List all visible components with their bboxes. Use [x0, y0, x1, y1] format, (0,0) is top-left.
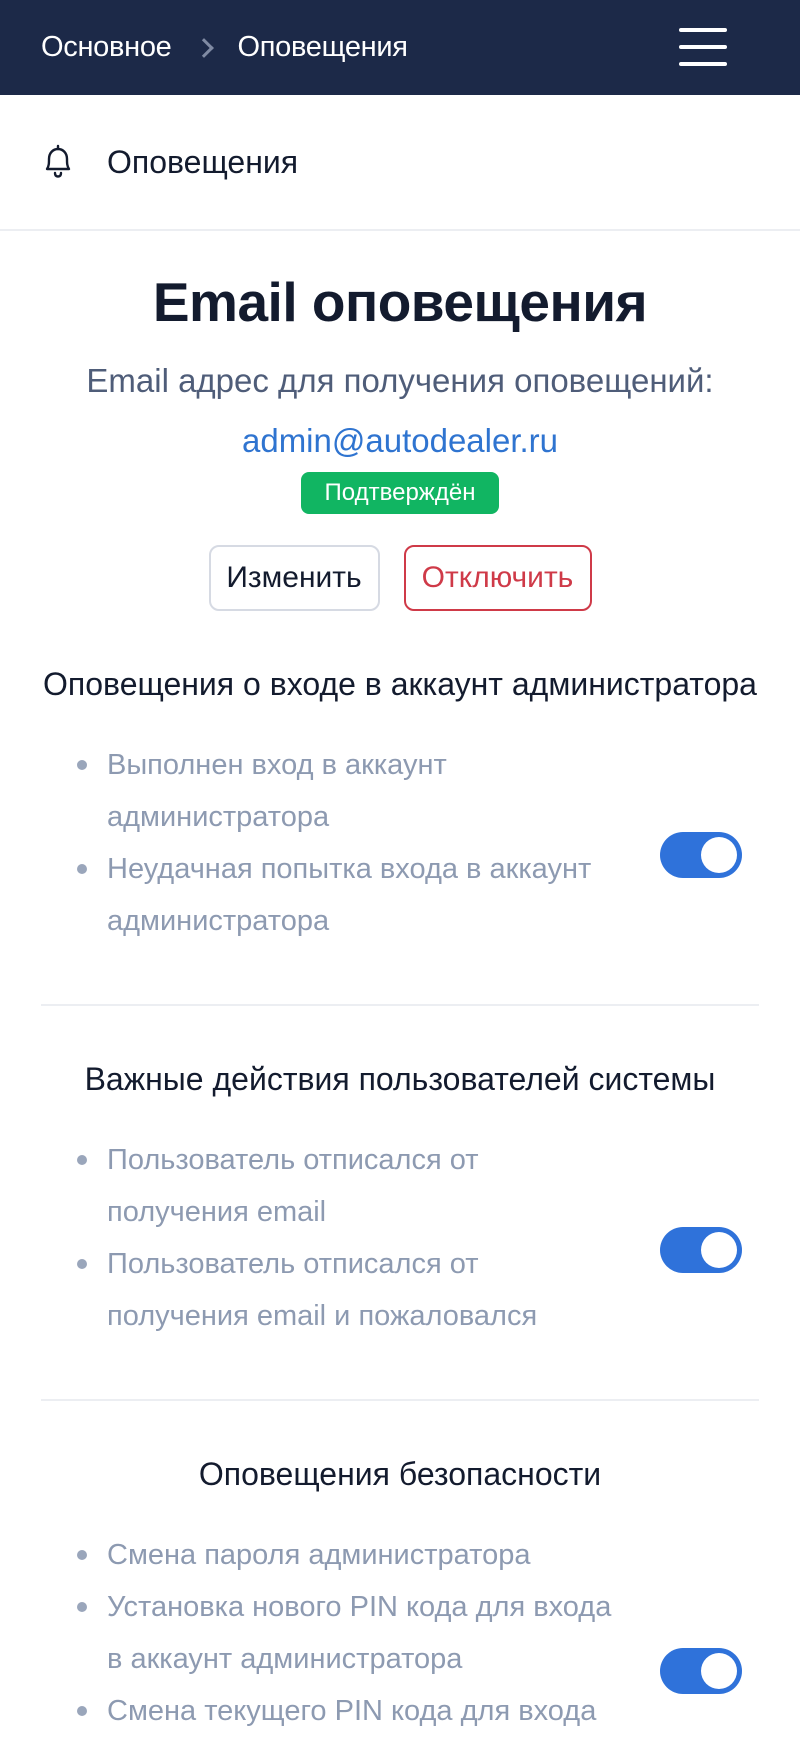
- list-item: Смена текущего PIN кода для входа: [77, 1685, 620, 1737]
- notification-group-admin-login: Оповещения о входе в аккаунт администрат…: [0, 666, 800, 947]
- group-list: Смена пароля администратора Установка но…: [0, 1529, 620, 1737]
- list-item: Пользователь отписался от получения emai…: [77, 1134, 620, 1238]
- group-list: Пользователь отписался от получения emai…: [0, 1134, 620, 1342]
- divider: [41, 1399, 759, 1401]
- section-title: Оповещения: [107, 143, 299, 180]
- section-header: Оповещения: [0, 95, 800, 231]
- email-settings-block: Email оповещения Email адрес для получен…: [0, 270, 800, 611]
- group-title: Оповещения безопасности: [198, 1456, 602, 1492]
- divider: [41, 1004, 759, 1006]
- list-item: Выполнен вход в аккаунт администратора: [77, 739, 620, 843]
- hamburger-menu-icon[interactable]: [679, 28, 727, 66]
- chevron-right-icon: [194, 37, 215, 58]
- bell-icon: [45, 144, 71, 178]
- list-item: Смена пароля администратора: [77, 1529, 620, 1581]
- email-actions: Изменить Отключить: [0, 545, 800, 611]
- disable-button[interactable]: Отключить: [403, 545, 592, 611]
- edit-button[interactable]: Изменить: [208, 545, 380, 611]
- notification-group-security: Оповещения безопасности Смена пароля адм…: [0, 1456, 800, 1737]
- status-badge: Подтверждён: [300, 472, 500, 514]
- list-item: Установка нового PIN кода для входа в ак…: [77, 1581, 620, 1685]
- email-title: Email оповещения: [152, 271, 648, 333]
- email-address: admin@autodealer.ru: [241, 422, 559, 459]
- top-navigation-bar: Основное Оповещения: [0, 0, 800, 95]
- email-subtitle: Email адрес для получения оповещений:: [86, 362, 714, 399]
- group-title: Важные действия пользователей системы: [84, 1061, 716, 1097]
- group-title: Оповещения о входе в аккаунт администрат…: [43, 666, 757, 702]
- security-toggle[interactable]: [660, 1648, 742, 1694]
- admin-login-toggle[interactable]: [660, 832, 742, 878]
- breadcrumb-item-notifications[interactable]: Оповещения: [237, 31, 407, 64]
- user-actions-toggle[interactable]: [660, 1227, 742, 1273]
- group-list: Выполнен вход в аккаунт администратора Н…: [0, 739, 620, 947]
- notification-group-user-actions: Важные действия пользователей системы По…: [0, 1061, 800, 1342]
- list-item: Неудачная попытка входа в аккаунт админи…: [77, 843, 620, 947]
- list-item: Пользователь отписался от получения emai…: [77, 1238, 620, 1342]
- breadcrumb-item-main[interactable]: Основное: [41, 31, 172, 64]
